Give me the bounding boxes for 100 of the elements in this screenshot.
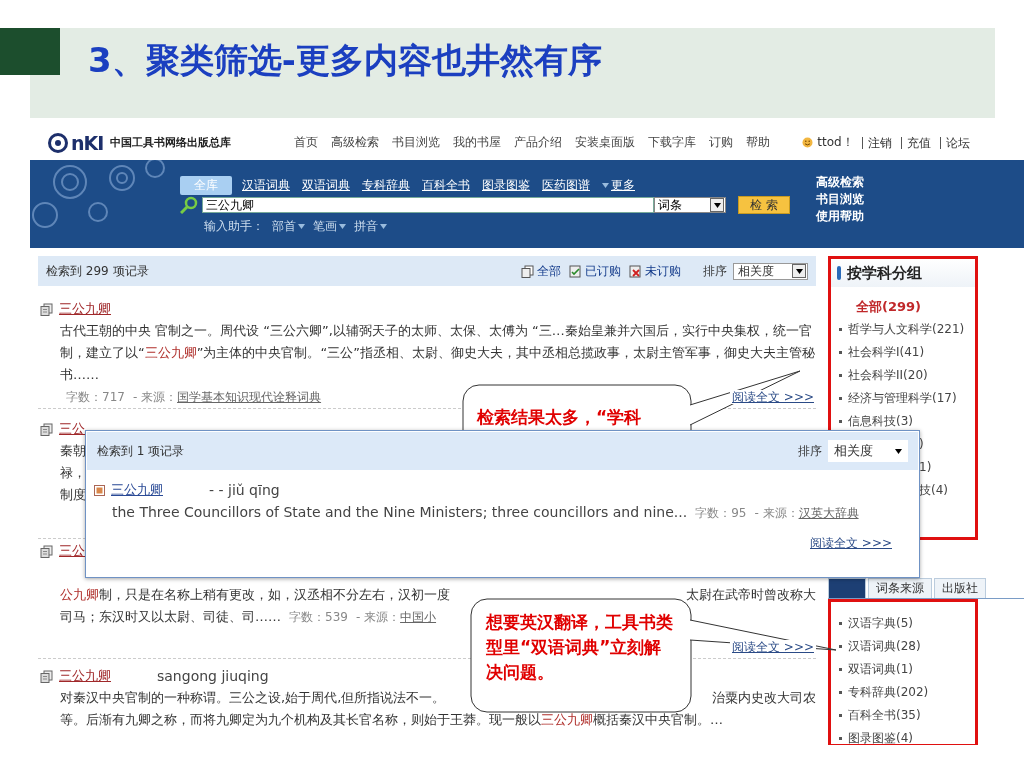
nav-link[interactable]: 首页 [294,134,319,151]
result-text: 对秦汉中央官制的一种称谓。三公之设,始于周代,但所指说法不一。 [60,690,446,705]
nav-link[interactable]: 下载字库 [648,134,697,151]
nav-link[interactable]: 安装桌面版 [575,134,636,151]
result-text: 治粟内史改大司农 [712,689,816,707]
result-count: 检索到 1 项记录 [97,442,185,460]
filter-link[interactable]: 未订购 [645,262,681,280]
result-text: the Three Councillors of State and the Nine Ministers; three councillors and nine... [112,504,688,520]
side-link[interactable]: 书目浏览 [816,191,864,208]
type-link[interactable]: 图录图鉴(4) [831,727,975,745]
text-fragment: 制度 [60,486,86,504]
type-link[interactable]: 专科辞典(202) [831,681,975,704]
search-tab[interactable]: 更多 [600,175,637,195]
document-icon [40,544,53,558]
search-tab[interactable]: 医药图谱 [540,175,592,195]
result-title-link[interactable]: 三公 [59,542,85,560]
caret-icon [795,268,803,274]
square-icon [94,484,105,496]
group-tab[interactable]: 出版社 [934,578,986,598]
document-cross-icon [629,264,642,278]
search-tab[interactable]: 百科全书 [420,175,472,195]
pinyin: - - jiǔ qīng [209,482,280,498]
user-name: ttod！ [817,134,854,151]
documents-icon [521,264,534,278]
pinyin: sangong jiuqing [157,668,269,684]
user-link[interactable]: 论坛 [939,136,975,149]
source-link[interactable]: 汉英大辞典 [798,506,859,520]
document-icon [40,302,53,316]
helper-menu[interactable]: 部首 [272,218,305,235]
nav-link[interactable]: 高级检索 [331,134,380,151]
read-more-link[interactable]: 阅读全文 >>> [808,536,894,550]
logo-icon [48,132,68,153]
helper-menu[interactable]: 笔画 [313,218,346,235]
helper-label: 输入助手： [204,218,264,235]
type-link[interactable]: 汉语词典(28) [831,635,975,658]
subject-link[interactable]: 经济与管理科学(17) [831,387,975,410]
result-title-link[interactable]: 三公九卿 [59,300,111,318]
source-link[interactable]: 国学基本知识现代诠释词典 [177,389,322,404]
type-link[interactable]: 双语词典(1) [831,658,975,681]
user-link[interactable]: 充值 [900,136,936,149]
nav-link[interactable]: 帮助 [746,134,771,151]
callout-text: 想要英汉翻译，工具书类型里“双语词典”立刻解决问题。 [486,611,674,684]
document-check-icon [569,264,582,278]
side-link[interactable]: 高级检索 [816,174,864,191]
document-icon [40,669,53,683]
subject-link[interactable]: 全部(299) [831,295,975,318]
group-tab[interactable] [828,578,866,598]
result-text: 古代王朝的中央 官制之一。周代设 “三公六卿”,以辅弼天子的太师、太保、太傅为 “三…秦始皇兼并六国后，实行中央集权，统一官制，建立了以“三公九卿”为主体的中央官制。“三公”指丞相、太尉、御史大夫，其中丞相总揽政事，太尉主管军事，御史大夫主管秘书…… [60,322,816,384]
side-link[interactable]: 使用帮助 [816,208,864,225]
caret-icon [339,224,346,229]
result-text: 公九卿制，只是在名称上稍有更改，如，汉丞相不分左右，汉初一度 [60,587,450,602]
search-field[interactable]: 三公九卿 [202,197,654,213]
sort-select[interactable]: 相关度 [733,262,808,280]
callout-text: 检索结果太多，“学科 [477,406,643,429]
result-text: 等。后渐有九卿之称，而将九卿定为九个机构及其长官名称，则始于王莽。现一般以三公九卿概括秦汉中央官制。… [60,712,723,727]
caret-icon [713,202,721,208]
helper-menu[interactable]: 拼音 [354,218,387,235]
caret-icon [298,224,305,229]
site-name: 中国工具书网络出版总库 [110,135,232,150]
search-tab[interactable]: 图录图鉴 [480,175,532,195]
group-tab[interactable]: 词条来源 [868,578,932,598]
slide-title: 3、聚类筛选-更多内容也井然有序 [88,39,602,82]
user-link[interactable]: 注销 [861,136,897,149]
search-icon [180,196,198,214]
subject-link[interactable]: 社会科学II(20) [831,364,975,387]
result-title-link[interactable]: 三公 [59,420,85,438]
sort-select[interactable]: 相关度 [828,440,908,462]
search-tab[interactable]: 汉语词典 [240,175,292,195]
filter-link[interactable]: 已订购 [585,262,621,280]
sort-label: 排序 [798,442,822,460]
type-link[interactable]: 百科全书(35) [831,704,975,727]
nav-link[interactable]: 订购 [709,134,734,151]
result-title-link[interactable]: 三公九卿 [111,481,163,499]
word-count: 字数：95 [695,506,747,520]
caret-icon [602,182,609,188]
logo-text: nKI [71,131,104,154]
result-text: 太尉在武帝时曾改称大 [686,586,816,604]
nav-link[interactable]: 产品介绍 [514,134,563,151]
result-text: 司马；东汉时又以太尉、司徒、司…… [60,609,281,624]
text-fragment: 秦朝 [60,442,86,460]
nav-link[interactable]: 我的书屋 [453,134,502,151]
subject-link[interactable]: 哲学与人文科学(221) [831,318,975,341]
nav-link[interactable]: 书目浏览 [392,134,441,151]
search-tab[interactable]: 双语词典 [300,175,352,195]
source-label: - 来源： [355,610,401,624]
source-label: - 来源： [132,389,178,404]
read-more-link[interactable]: 阅读全文 >>> [730,390,816,404]
source-link[interactable]: 中国小 [400,610,437,624]
result-title-link[interactable]: 三公九卿 [59,667,111,685]
subject-link[interactable]: 社会科学I(41) [831,341,975,364]
type-link[interactable]: 汉语字典(5) [831,612,975,635]
search-tab[interactable]: 专科辞典 [360,175,412,195]
read-more-link[interactable]: 阅读全文 >>> [730,640,816,654]
filter-link[interactable]: 全部 [537,262,561,280]
word-count: 字数：717 [66,389,125,404]
search-button[interactable]: 检 索 [738,196,790,214]
sort-label: 排序 [703,262,727,280]
field-select[interactable]: 词条 [654,197,726,213]
word-count: 字数：539 [289,610,348,624]
subject-link[interactable]: 信息科技(3) [831,410,975,433]
